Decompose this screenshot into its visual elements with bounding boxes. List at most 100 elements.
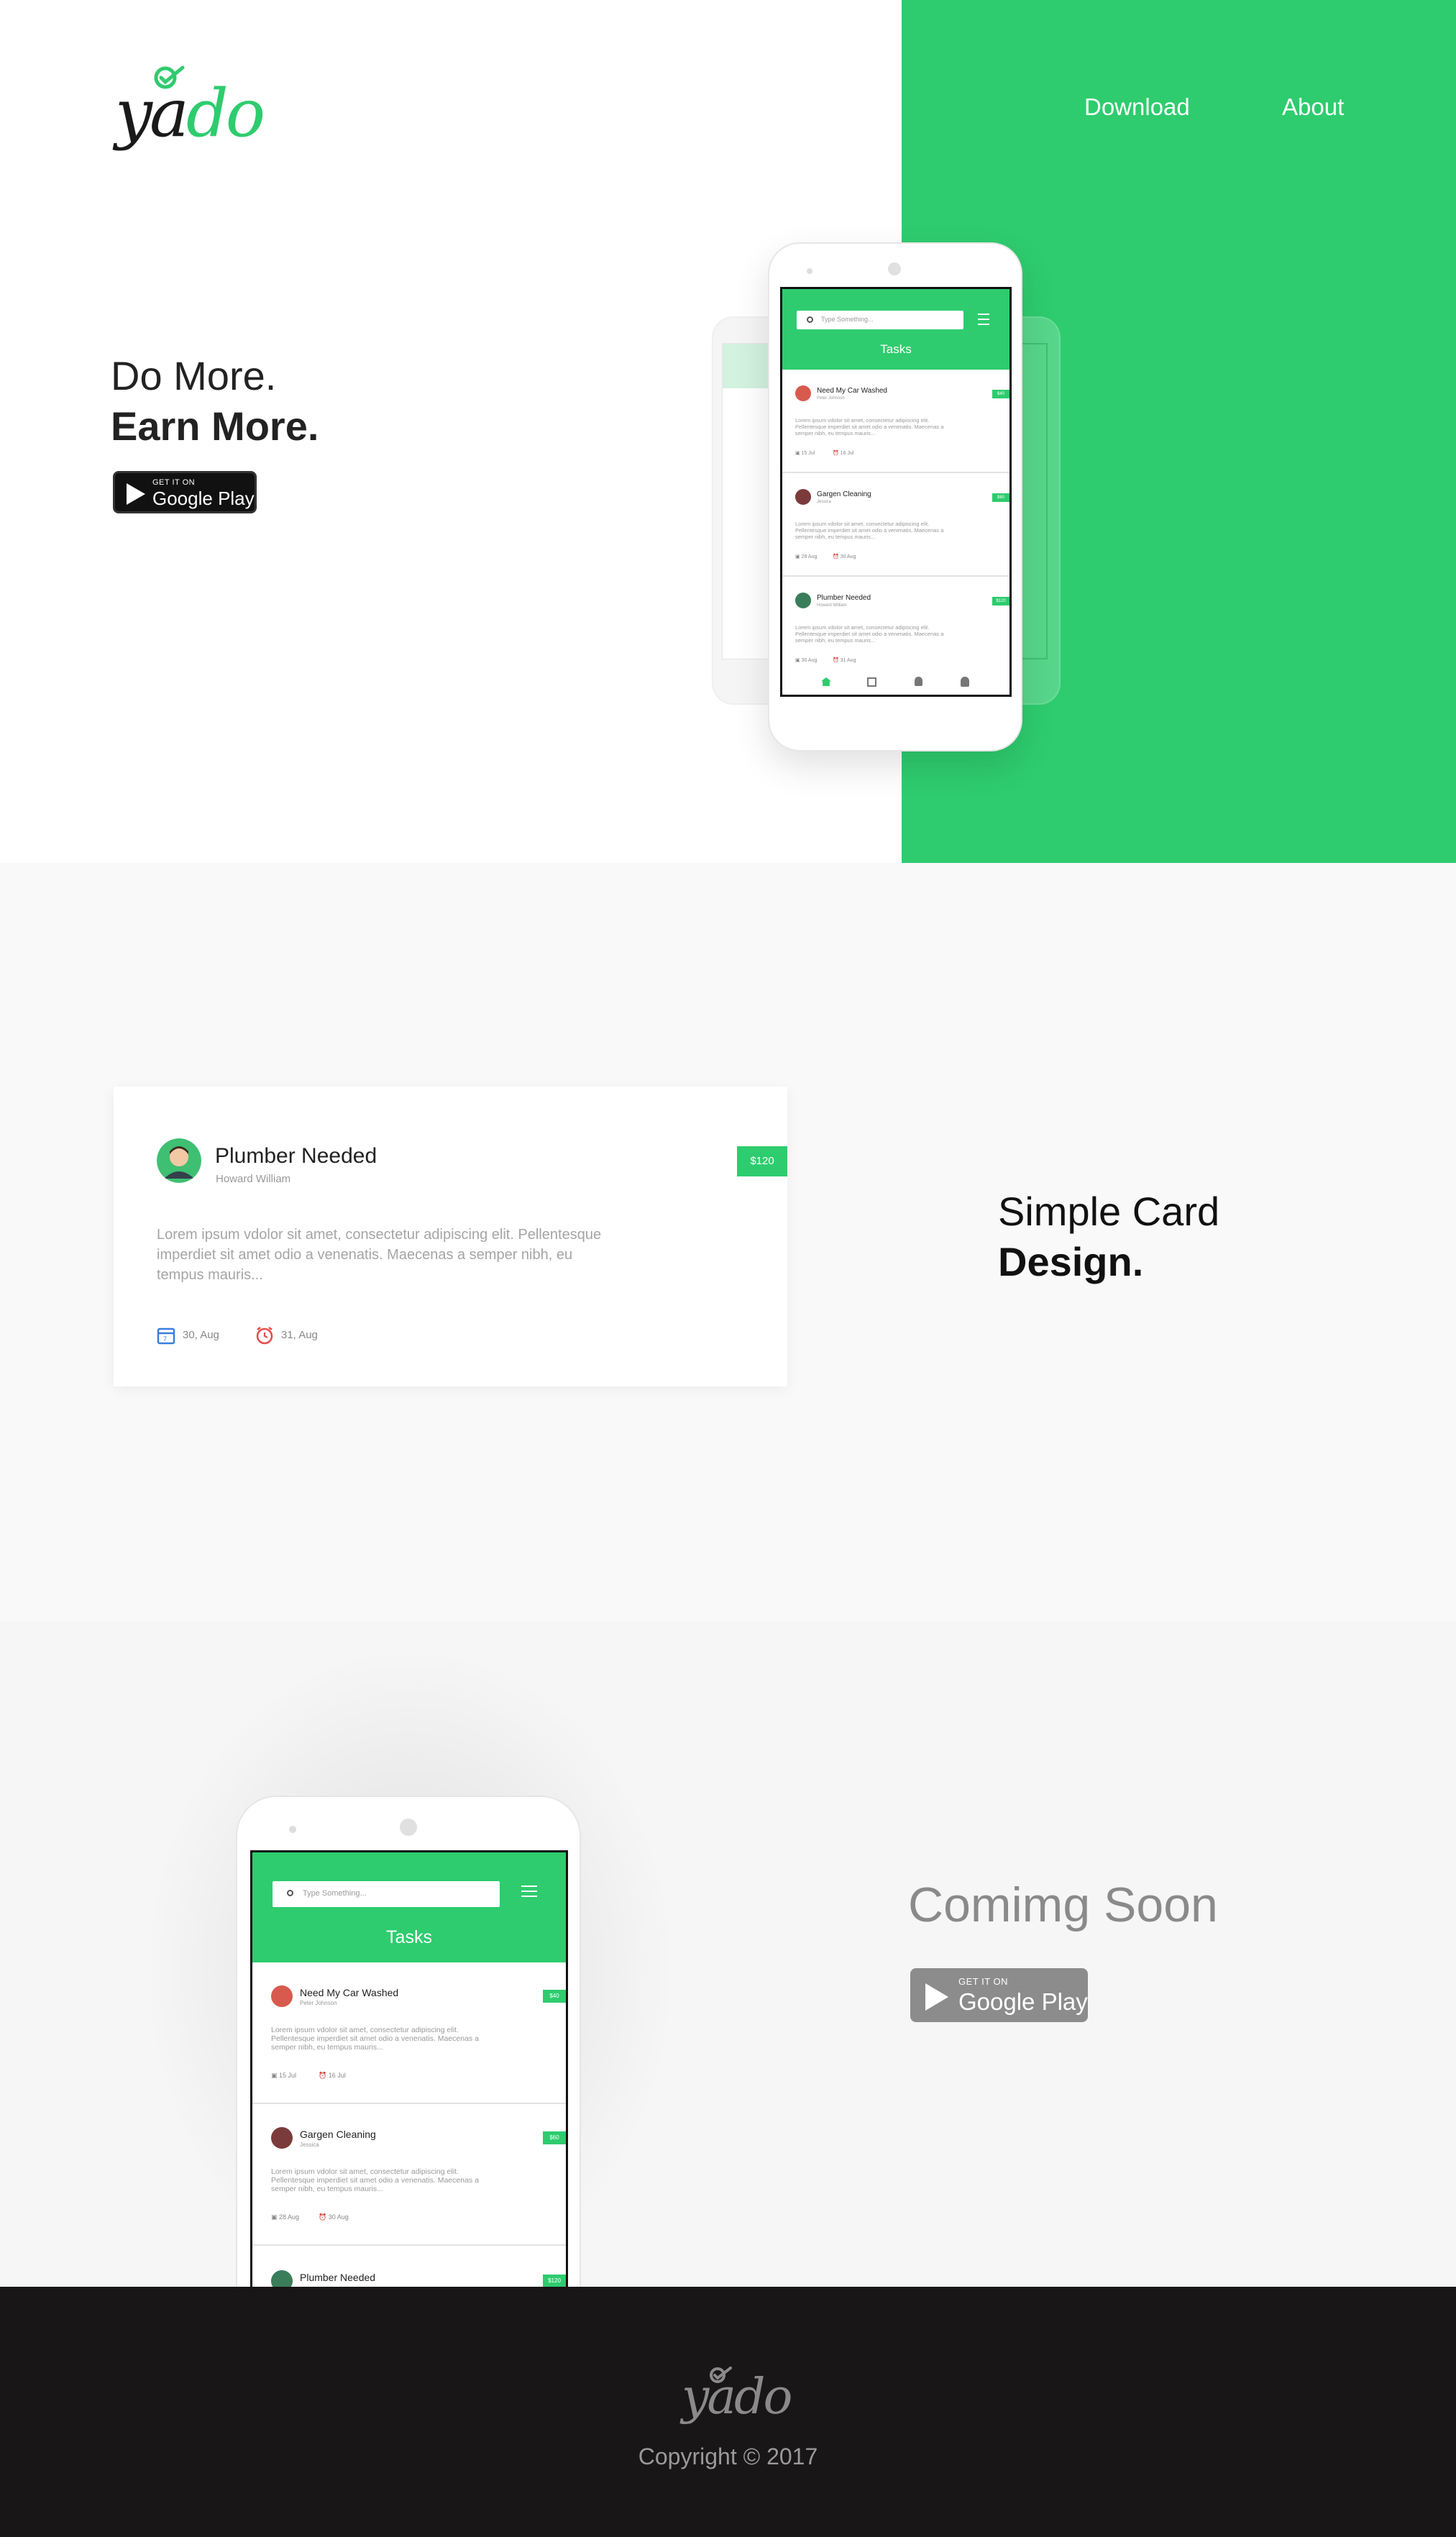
price-badge: $120 bbox=[992, 597, 1009, 605]
app-header: Type Something... Tasks bbox=[252, 1852, 566, 1962]
date-end: 16 Jul bbox=[328, 2072, 346, 2079]
google-play-button[interactable]: GET IT ON Google Play bbox=[910, 1968, 1088, 2022]
phone-screen: Type Something... Tasks Need My Car Wash… bbox=[250, 1850, 568, 2289]
tab-bar bbox=[782, 670, 1009, 695]
copyright-text: Copyright © 2017 bbox=[638, 2444, 818, 2469]
section2-line-2: Design. bbox=[998, 1239, 1144, 1284]
calendar-icon[interactable] bbox=[867, 677, 876, 687]
card-title: Plumber Needed bbox=[215, 1144, 377, 1168]
card-subtitle: Howard William bbox=[216, 1173, 291, 1185]
section2-headline: Simple Card Design. bbox=[998, 1187, 1219, 1287]
google-play-button[interactable]: GET IT ON Google Play bbox=[113, 471, 257, 513]
logo-suffix: do bbox=[186, 75, 265, 152]
date-end: 30 Aug bbox=[328, 2213, 349, 2221]
task-description: Lorem ipsum vdolor sit amet, consectetur… bbox=[795, 624, 944, 644]
alarm-clock-icon: ⏰ 31 Aug bbox=[833, 658, 856, 663]
price-badge: $60 bbox=[992, 493, 1009, 502]
search-icon bbox=[287, 1890, 293, 1896]
search-icon bbox=[807, 316, 813, 323]
badge-big-text: Google Play bbox=[958, 1988, 1088, 2015]
task-card[interactable]: Plumber Needed Howard William $120 Lorem… bbox=[114, 1087, 787, 1386]
section2-line-1: Simple Card bbox=[998, 1189, 1220, 1234]
alarm-clock-icon: ⏰ 16 Jul bbox=[319, 2072, 346, 2079]
price-badge: $40 bbox=[992, 390, 1009, 398]
avatar bbox=[271, 1985, 293, 2007]
calendar-icon: ▣ 15 Jul bbox=[271, 2072, 297, 2079]
play-store-icon bbox=[925, 1983, 948, 2011]
hero-line-1: Do More. bbox=[111, 353, 277, 398]
price-badge: $40 bbox=[543, 1990, 566, 2003]
search-input[interactable]: Type Something... bbox=[797, 311, 963, 329]
alarm-clock-icon: ⏰ 30 Aug bbox=[833, 554, 856, 559]
date-start: 28 Aug bbox=[279, 2213, 300, 2221]
nav-about-link[interactable]: About bbox=[1282, 93, 1344, 121]
task-name: Need My Car Washed bbox=[817, 387, 887, 395]
alarm-clock-icon: ⏰ 16 Jul bbox=[833, 451, 854, 456]
calendar-icon: ▣ 15 Jul bbox=[795, 451, 815, 456]
task-item[interactable]: Plumber Needed Howard William $120 Lorem… bbox=[782, 577, 1009, 680]
calendar-icon: ▣ 28 Aug bbox=[795, 554, 818, 559]
bell-icon[interactable] bbox=[915, 677, 922, 686]
task-sub: Howard William bbox=[817, 603, 847, 608]
date-end: 16 Jul bbox=[840, 451, 854, 456]
calendar-icon: 7 bbox=[157, 1327, 175, 1345]
avatar bbox=[271, 2127, 293, 2149]
play-store-icon bbox=[127, 483, 145, 505]
app-header: Type Something... Tasks bbox=[782, 289, 1009, 370]
hamburger-menu-icon[interactable] bbox=[978, 314, 989, 329]
task-name: Gargen Cleaning bbox=[300, 2129, 376, 2140]
task-description: Lorem ipsum vdolor sit amet, consectetur… bbox=[271, 2167, 479, 2193]
task-description: Lorem ipsum vdolor sit amet, consectetur… bbox=[795, 521, 944, 540]
card-description: Lorem ipsum vdolor sit amet, consectetur… bbox=[157, 1227, 602, 1283]
avatar bbox=[795, 385, 811, 401]
hero-line-2: Earn More. bbox=[111, 403, 319, 449]
avatar bbox=[795, 489, 811, 505]
task-name: Plumber Needed bbox=[817, 594, 871, 602]
app-title: Tasks bbox=[880, 342, 912, 356]
task-name: Gargen Cleaning bbox=[817, 490, 871, 498]
card-date-end: 31, Aug bbox=[281, 1328, 318, 1341]
svg-text:7: 7 bbox=[163, 1335, 167, 1343]
task-name: Plumber Needed bbox=[300, 2272, 376, 2283]
alarm-clock-icon bbox=[256, 1327, 273, 1345]
search-placeholder: Type Something... bbox=[303, 1889, 367, 1898]
speaker-dot bbox=[289, 1826, 296, 1833]
price-badge: $120 bbox=[543, 2275, 566, 2287]
logo-text: yado bbox=[115, 81, 265, 147]
task-sub: Jessica bbox=[817, 500, 832, 504]
footer-logo-text: yado bbox=[682, 2369, 792, 2426]
badge-big-text: Google Play bbox=[152, 488, 255, 509]
nav-download-link[interactable]: Download bbox=[1084, 93, 1190, 121]
footer-logo[interactable]: yado bbox=[682, 2366, 792, 2431]
calendar-icon: ▣ 30 Aug bbox=[795, 658, 818, 663]
date-start: 15 Jul bbox=[801, 451, 815, 456]
search-placeholder: Type Something... bbox=[821, 316, 874, 323]
badge-small-text: GET IT ON bbox=[152, 478, 196, 487]
task-description: Lorem ipsum vdolor sit amet, consectetur… bbox=[795, 417, 944, 436]
phone-screen: Type Something... Tasks Need My Car Wash… bbox=[780, 287, 1012, 697]
user-icon[interactable] bbox=[961, 677, 969, 687]
hamburger-menu-icon[interactable] bbox=[521, 1885, 537, 1901]
date-start-meta: 7 30, Aug bbox=[157, 1326, 219, 1345]
avatar bbox=[157, 1138, 201, 1183]
task-item[interactable]: Plumber Needed $120 bbox=[252, 2246, 566, 2289]
task-item[interactable]: Need My Car Washed Peter Johnson $40 Lor… bbox=[782, 370, 1009, 473]
coming-soon-phone: Type Something... Tasks Need My Car Wash… bbox=[236, 1796, 581, 2342]
task-description: Lorem ipsum vdolor sit amet, consectetur… bbox=[271, 2026, 479, 2052]
coming-soon-title: Comimg Soon bbox=[908, 1878, 1218, 1932]
calendar-icon: ▣ 28 Aug bbox=[271, 2213, 300, 2221]
task-item[interactable]: Gargen Cleaning Jessica $60 Lorem ipsum … bbox=[252, 2104, 566, 2246]
task-item[interactable]: Need My Car Washed Peter Johnson $40 Lor… bbox=[252, 1962, 566, 2104]
price-badge: $120 bbox=[737, 1146, 787, 1176]
price-badge: $60 bbox=[543, 2131, 566, 2144]
speaker-dot bbox=[807, 268, 812, 274]
date-end: 31 Aug bbox=[840, 658, 856, 663]
task-item[interactable]: Gargen Cleaning Jessica $60 Lorem ipsum … bbox=[782, 473, 1009, 577]
search-input[interactable]: Type Something... bbox=[273, 1881, 500, 1907]
alarm-clock-icon: ⏰ 30 Aug bbox=[319, 2213, 349, 2221]
brand-logo[interactable]: yado bbox=[115, 65, 265, 158]
home-icon[interactable] bbox=[821, 677, 831, 686]
task-sub: Peter Johnson bbox=[817, 396, 845, 401]
logo-prefix: ya bbox=[115, 75, 189, 152]
avatar bbox=[795, 593, 811, 608]
